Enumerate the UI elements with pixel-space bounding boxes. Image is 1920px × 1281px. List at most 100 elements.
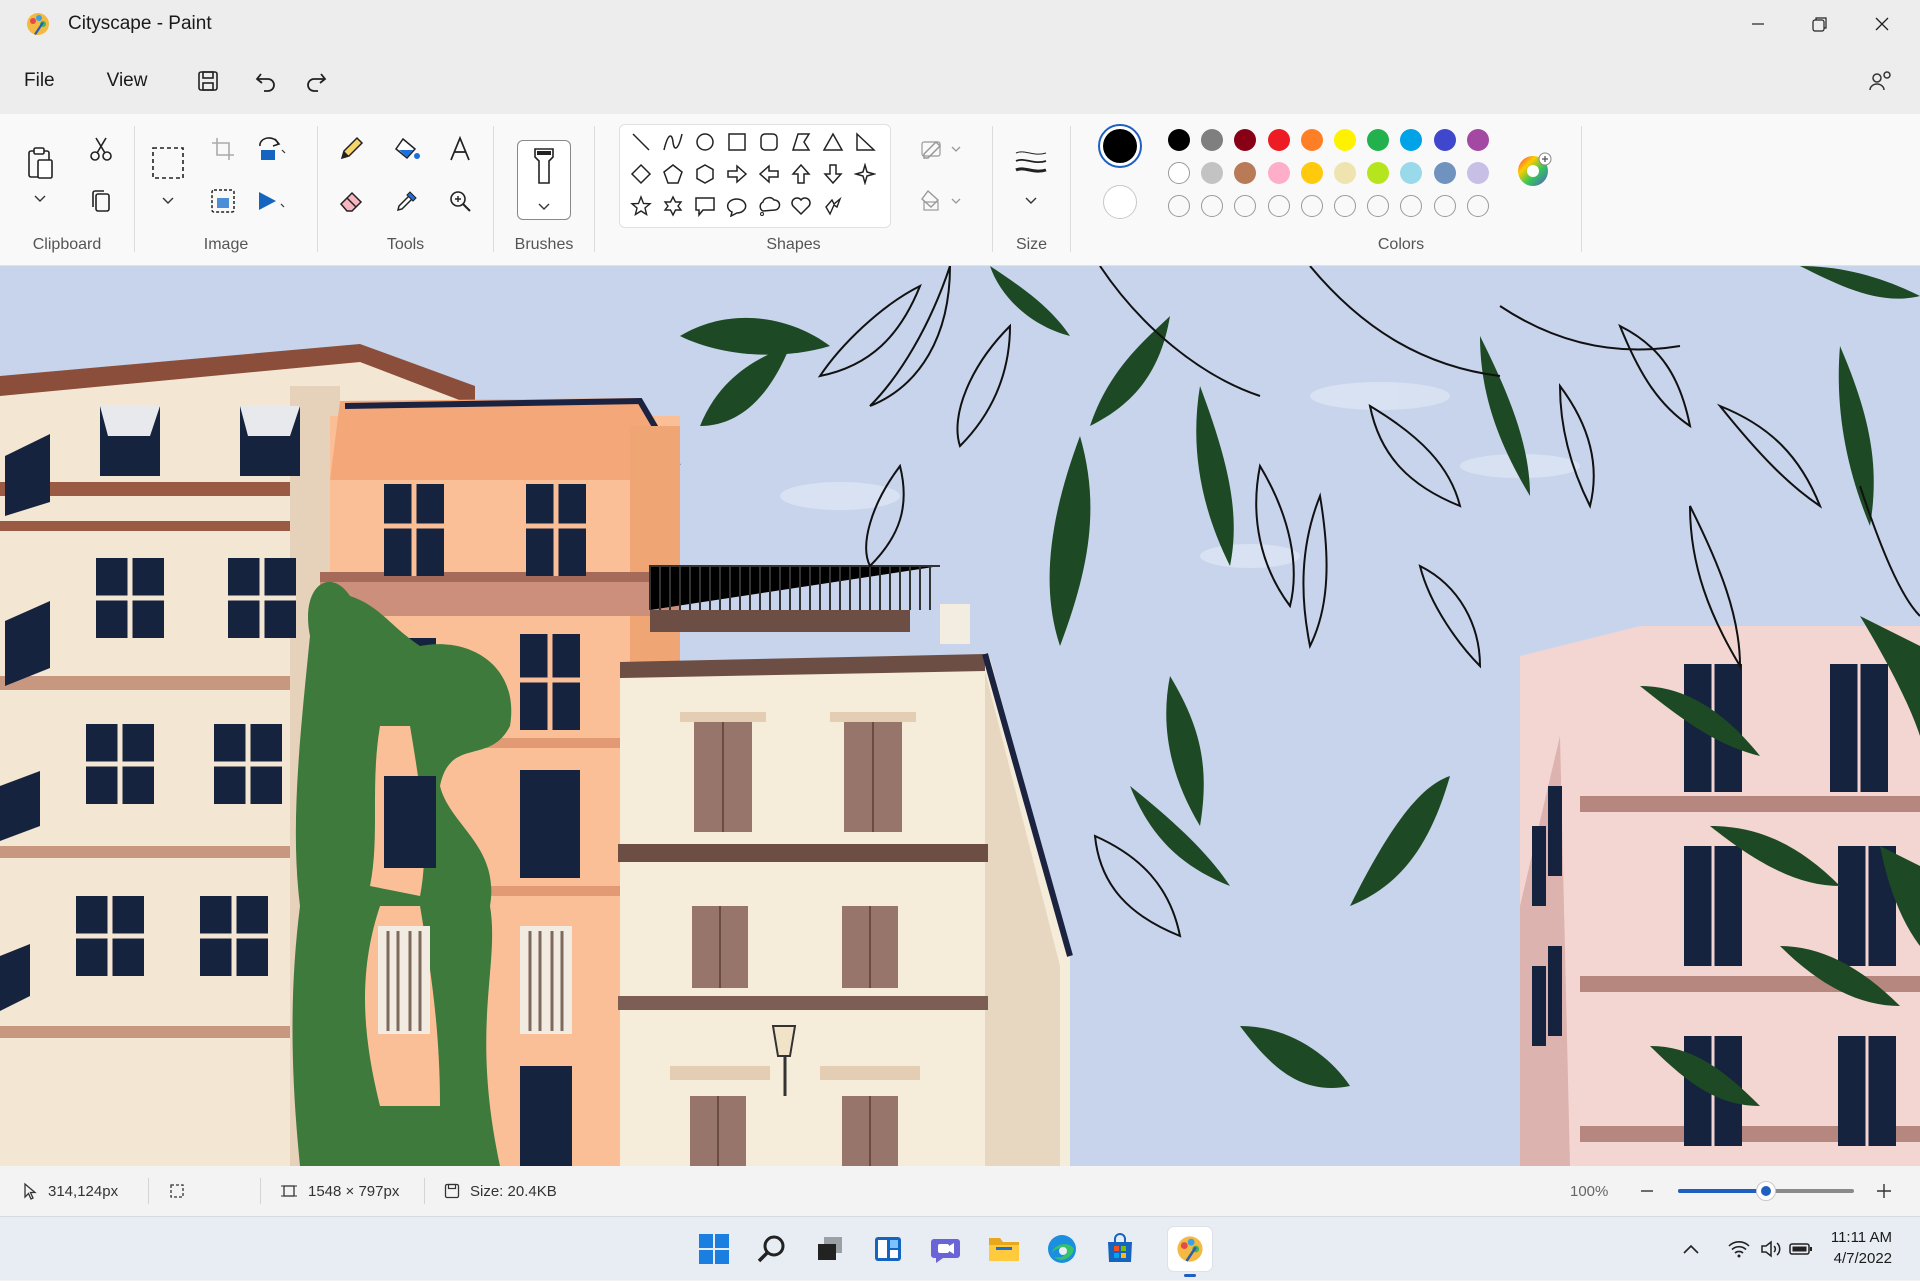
paint-taskbar-button[interactable] bbox=[1168, 1227, 1212, 1277]
six-point-star-shape[interactable] bbox=[658, 191, 688, 221]
edit-colors-button[interactable] bbox=[1516, 152, 1552, 186]
minimize-button[interactable] bbox=[1727, 0, 1789, 48]
down-arrow-shape[interactable] bbox=[818, 159, 848, 189]
color-swatch[interactable] bbox=[1433, 162, 1456, 184]
clock[interactable]: 11:11 AM 4/7/2022 bbox=[1831, 1227, 1892, 1269]
fill-button[interactable] bbox=[918, 180, 966, 222]
color-picker-tool[interactable] bbox=[386, 180, 428, 222]
edge-browser-button[interactable] bbox=[1040, 1227, 1084, 1271]
custom-color-slot[interactable] bbox=[1466, 195, 1489, 217]
primary-color-button[interactable] bbox=[1098, 124, 1142, 168]
oval-callout-shape[interactable] bbox=[722, 191, 752, 221]
right-arrow-shape[interactable] bbox=[722, 159, 752, 189]
active-app-indicator bbox=[1184, 1274, 1196, 1277]
paste-button[interactable] bbox=[19, 142, 61, 184]
color-swatch[interactable] bbox=[1466, 162, 1489, 184]
show-hidden-icons-button[interactable] bbox=[1674, 1244, 1708, 1254]
eraser-tool[interactable] bbox=[330, 180, 372, 222]
color-swatch[interactable] bbox=[1300, 162, 1323, 184]
pentagon-shape[interactable] bbox=[658, 159, 688, 189]
redo-button[interactable] bbox=[291, 59, 341, 103]
task-view-button[interactable] bbox=[808, 1227, 852, 1271]
color-swatch[interactable] bbox=[1267, 162, 1290, 184]
select-dropdown[interactable] bbox=[147, 186, 189, 216]
size-dropdown[interactable] bbox=[1010, 186, 1052, 216]
rect-callout-shape[interactable] bbox=[690, 191, 720, 221]
drawing-canvas[interactable] bbox=[0, 266, 1920, 1166]
select-button[interactable] bbox=[147, 142, 189, 184]
text-tool[interactable] bbox=[439, 128, 481, 170]
color-swatch[interactable] bbox=[1433, 129, 1456, 151]
maximize-button[interactable] bbox=[1789, 0, 1851, 48]
color-swatch[interactable] bbox=[1168, 129, 1190, 151]
rotate-button[interactable] bbox=[250, 128, 292, 170]
close-button[interactable] bbox=[1851, 0, 1913, 48]
copy-button[interactable] bbox=[80, 180, 122, 222]
hexagon-shape[interactable] bbox=[690, 159, 720, 189]
file-explorer-button[interactable] bbox=[982, 1227, 1026, 1271]
custom-color-slot[interactable] bbox=[1300, 195, 1323, 217]
widgets-button[interactable] bbox=[866, 1227, 910, 1271]
oval-shape[interactable] bbox=[690, 127, 720, 157]
left-arrow-shape[interactable] bbox=[754, 159, 784, 189]
paste-dropdown[interactable] bbox=[19, 184, 61, 214]
curve-shape[interactable] bbox=[658, 127, 688, 157]
redo-icon bbox=[307, 73, 327, 92]
custom-color-slot[interactable] bbox=[1334, 195, 1356, 217]
size-button[interactable] bbox=[1010, 142, 1052, 184]
start-button[interactable] bbox=[692, 1227, 736, 1271]
battery-button[interactable] bbox=[1786, 1242, 1816, 1256]
color-swatch[interactable] bbox=[1334, 129, 1356, 151]
flip-button[interactable] bbox=[250, 180, 292, 222]
five-point-star-shape[interactable] bbox=[626, 191, 656, 221]
store-button[interactable] bbox=[1098, 1227, 1142, 1271]
outline-button[interactable] bbox=[918, 128, 966, 170]
cut-button[interactable] bbox=[80, 128, 122, 170]
line-shape[interactable] bbox=[626, 127, 656, 157]
volume-button[interactable] bbox=[1756, 1240, 1786, 1258]
chat-button[interactable] bbox=[924, 1227, 968, 1271]
save-button[interactable] bbox=[183, 59, 233, 103]
color-swatch[interactable] bbox=[1168, 162, 1190, 184]
wifi-button[interactable] bbox=[1722, 1240, 1756, 1258]
rectangle-shape[interactable] bbox=[722, 127, 752, 157]
color-swatch[interactable] bbox=[1334, 162, 1356, 184]
rounded-rectangle-shape[interactable] bbox=[754, 127, 784, 157]
zoom-slider-thumb[interactable] bbox=[1756, 1181, 1776, 1201]
polygon-shape[interactable] bbox=[786, 127, 816, 157]
view-menu[interactable]: View bbox=[87, 61, 168, 101]
four-point-star-shape[interactable] bbox=[850, 159, 880, 189]
zoom-in-button[interactable] bbox=[1876, 1166, 1892, 1216]
chevron-down-icon bbox=[34, 195, 46, 202]
account-button[interactable] bbox=[1856, 59, 1906, 103]
close-icon bbox=[1875, 17, 1889, 31]
right-triangle-shape[interactable] bbox=[850, 127, 880, 157]
brushes-button[interactable] bbox=[517, 140, 571, 220]
zoom-out-button[interactable] bbox=[1640, 1166, 1654, 1216]
search-button[interactable] bbox=[750, 1227, 794, 1271]
cloud-callout-shape[interactable] bbox=[754, 191, 784, 221]
zoom-slider[interactable] bbox=[1678, 1181, 1854, 1201]
lightning-icon bbox=[825, 196, 842, 216]
lightning-shape[interactable] bbox=[818, 191, 848, 221]
resize-button[interactable] bbox=[202, 180, 244, 222]
up-arrow-shape[interactable] bbox=[786, 159, 816, 189]
crop-button[interactable] bbox=[202, 128, 244, 170]
diamond-shape[interactable] bbox=[626, 159, 656, 189]
magnifier-tool[interactable] bbox=[439, 180, 481, 222]
secondary-color-button[interactable] bbox=[1103, 185, 1137, 219]
custom-color-slot[interactable] bbox=[1267, 195, 1290, 217]
undo-button[interactable] bbox=[241, 59, 291, 103]
color-swatch[interactable] bbox=[1466, 129, 1489, 151]
custom-color-slot[interactable] bbox=[1168, 195, 1190, 217]
file-menu[interactable]: File bbox=[4, 61, 75, 101]
fill-tool[interactable] bbox=[386, 128, 428, 170]
color-swatch[interactable] bbox=[1300, 129, 1323, 151]
heart-shape[interactable] bbox=[786, 191, 816, 221]
custom-color-slot[interactable] bbox=[1433, 195, 1456, 217]
cursor-position-text: 314,124px bbox=[48, 1182, 119, 1200]
pencil-tool[interactable] bbox=[330, 128, 372, 170]
save-icon bbox=[444, 1183, 460, 1199]
triangle-shape[interactable] bbox=[818, 127, 848, 157]
color-swatch[interactable] bbox=[1267, 129, 1290, 151]
